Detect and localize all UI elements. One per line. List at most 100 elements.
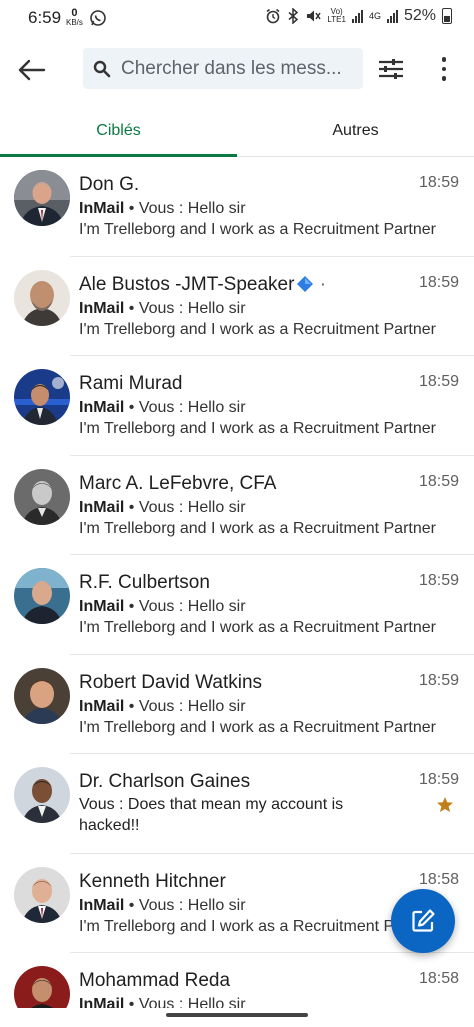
message-preview: InMail • Vous : Hello sir xyxy=(79,598,246,616)
message-preview: Vous : Does that mean my account is hack… xyxy=(79,796,344,834)
message-snippet: I'm Trelleborg and I work as a Recruitme… xyxy=(79,519,436,537)
message-preview: InMail • Vous : Hello sir xyxy=(79,698,246,716)
message-preview: InMail • Vous : Hello sir xyxy=(79,897,246,915)
avatar xyxy=(14,269,70,326)
message-time: 18:59 xyxy=(418,472,459,490)
preview-text: • Vous : Hello sir xyxy=(124,598,246,615)
message-snippet: I'm Trelleborg and I work as a Recruitme… xyxy=(79,221,436,238)
conversation-row[interactable]: Don G. 18:59 InMail • Vous : Hello sir I… xyxy=(0,157,474,257)
message-preview: InMail • Vous : Hello sir xyxy=(79,399,246,417)
message-time: 18:58 xyxy=(418,970,459,987)
contact-name: Dr. Charlson Gaines xyxy=(79,771,251,792)
contact-name: Marc A. LeFebvre, CFA xyxy=(79,472,277,494)
whatsapp-icon xyxy=(90,9,106,26)
avatar xyxy=(14,966,70,1009)
compose-button[interactable] xyxy=(391,889,455,953)
avatar xyxy=(14,866,70,923)
tab-bar: Ciblés Autres xyxy=(0,106,474,157)
signal-icon-2 xyxy=(386,9,398,23)
avatar xyxy=(14,369,70,425)
message-snippet: I'm Trelleborg and I work as a Recruitme… xyxy=(79,619,436,636)
message-time: 18:59 xyxy=(418,572,459,589)
message-snippet: I'm Trelleborg and I work as a Recruitme… xyxy=(79,420,436,437)
more-vertical-icon xyxy=(441,57,447,62)
search-icon xyxy=(93,60,111,77)
data-speed-unit: KB/s xyxy=(66,18,83,27)
data-speed-indicator: 0 KB/s xyxy=(66,8,83,27)
avatar xyxy=(14,170,70,226)
alarm-icon xyxy=(266,8,280,24)
conversation-list: Don G. 18:59 InMail • Vous : Hello sir I… xyxy=(0,157,474,1009)
more-options-button[interactable] xyxy=(432,52,456,86)
conversation-row[interactable]: Robert David Watkins 18:59 InMail • Vous… xyxy=(0,655,474,754)
search-input[interactable] xyxy=(119,56,363,81)
inmail-label: InMail xyxy=(79,200,125,217)
conversation-row[interactable]: Marc A. LeFebvre, CFA 18:59 InMail • Vou… xyxy=(0,456,474,555)
conversation-row[interactable]: R.F. Culbertson 18:59 InMail • Vous : He… xyxy=(0,555,474,655)
message-time: 18:59 xyxy=(418,174,459,191)
preview-text: • Vous : Hello sir xyxy=(124,697,246,715)
preview-text: • Vous : Hello sir xyxy=(124,200,246,217)
message-time: 18:58 xyxy=(418,870,459,888)
signal-icon xyxy=(351,9,363,23)
lte-label: LTE1 xyxy=(327,15,346,24)
inmail-label: InMail xyxy=(79,896,125,914)
avatar xyxy=(14,767,70,823)
conversation-row[interactable]: Ale Bustos -JMT-Speaker · 18:59 InMail •… xyxy=(0,257,474,356)
search-header xyxy=(0,40,474,100)
contact-name-text: Ale Bustos -JMT-Speaker xyxy=(79,273,295,295)
status-right-icons: Vo) LTE1 4G 52% xyxy=(265,7,452,25)
avatar xyxy=(14,468,70,525)
arrow-left-icon xyxy=(18,59,46,81)
battery-percent: 52% xyxy=(403,7,436,24)
contact-name: Ale Bustos -JMT-Speaker · xyxy=(79,274,326,296)
inmail-label: InMail xyxy=(79,598,125,615)
navigation-bar xyxy=(0,1008,474,1027)
tab-autres[interactable]: Autres xyxy=(237,106,474,156)
inmail-label: InMail xyxy=(79,697,125,715)
message-preview: InMail • Vous : Hello sir xyxy=(79,300,246,318)
contact-name: Kenneth Hitchner xyxy=(79,870,226,892)
message-preview: InMail • Vous : Hello sir xyxy=(79,200,246,218)
search-box[interactable] xyxy=(83,48,363,89)
message-time: 18:59 xyxy=(418,771,459,788)
preview-text: • Vous : Hello sir xyxy=(124,498,246,516)
diamond-icon xyxy=(297,275,314,292)
mute-icon xyxy=(307,10,322,22)
compose-icon xyxy=(412,909,435,932)
inmail-label: InMail xyxy=(79,299,125,317)
status-left-icons: 0 KB/s xyxy=(66,8,107,27)
contact-name: Robert David Watkins xyxy=(79,671,263,693)
back-button[interactable] xyxy=(14,52,50,88)
message-snippet: I'm Trelleborg and I work as a Recruitme… xyxy=(79,718,436,736)
tab-cibles[interactable]: Ciblés xyxy=(0,106,237,157)
message-time: 18:59 xyxy=(418,273,459,291)
name-suffix: · xyxy=(319,273,327,295)
contact-name: Don G. xyxy=(79,174,140,195)
message-preview: InMail • Vous : Hello sir xyxy=(79,499,246,517)
contact-name: Rami Murad xyxy=(79,373,183,394)
status-bar: 6:59 0 KB/s Vo) LTE1 4G 52% xyxy=(0,0,474,36)
inmail-label: InMail xyxy=(79,399,125,416)
conversation-row[interactable]: Dr. Charlson Gaines 18:59 Vous : Does th… xyxy=(0,754,474,854)
message-time: 18:59 xyxy=(418,373,459,390)
home-indicator[interactable] xyxy=(166,1013,308,1017)
contact-name: Mohammad Reda xyxy=(79,970,231,991)
bluetooth-icon xyxy=(288,8,299,24)
avatar xyxy=(14,568,70,624)
filter-button[interactable] xyxy=(376,54,406,84)
sliders-icon xyxy=(379,59,403,79)
star-icon[interactable] xyxy=(436,796,454,814)
conversation-row[interactable]: Mohammad Reda 18:58 InMail • Vous : Hell… xyxy=(0,953,474,1009)
volte-indicator: Vo) LTE1 xyxy=(327,8,346,24)
message-time: 18:59 xyxy=(418,671,459,689)
conversation-row[interactable]: Rami Murad 18:59 InMail • Vous : Hello s… xyxy=(0,356,474,456)
network-label: 4G xyxy=(368,11,381,21)
inmail-label: InMail xyxy=(79,498,125,516)
message-snippet: I'm Trelleborg and I work as a Recruitme… xyxy=(79,320,436,338)
contact-name: R.F. Culbertson xyxy=(79,572,210,593)
avatar xyxy=(14,667,70,724)
preview-text: • Vous : Hello sir xyxy=(124,299,246,317)
preview-text: • Vous : Hello sir xyxy=(124,896,246,914)
battery-icon xyxy=(442,8,452,24)
